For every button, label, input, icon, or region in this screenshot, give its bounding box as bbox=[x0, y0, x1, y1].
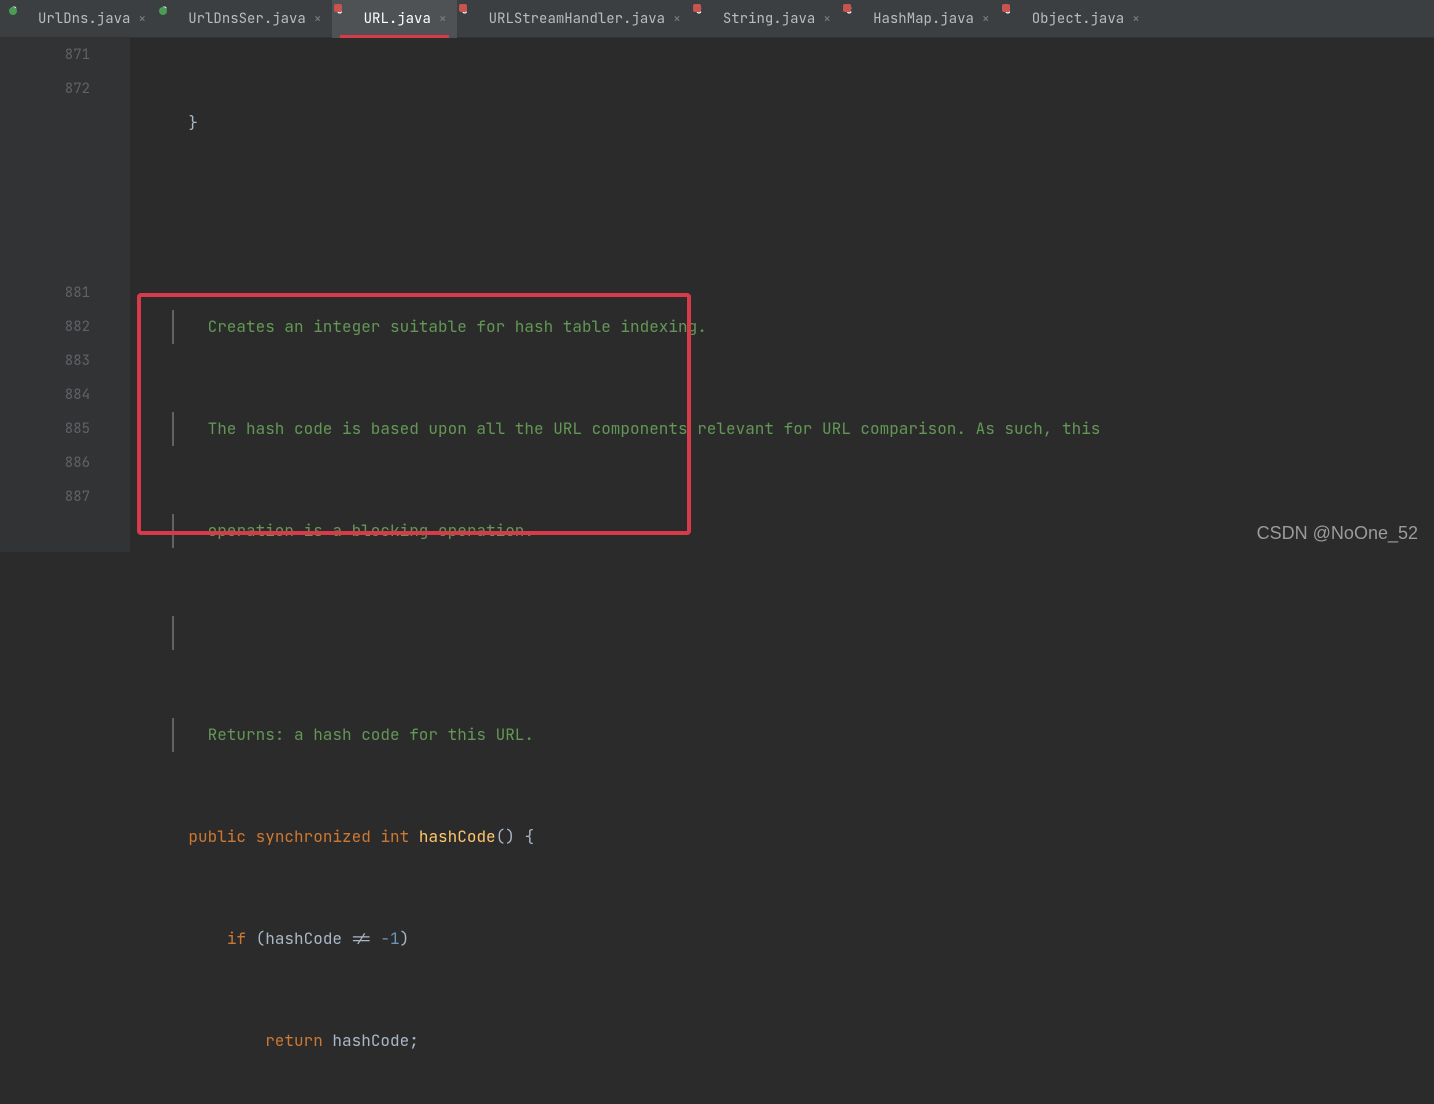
javadoc-line: The hash code is based upon all the URL … bbox=[150, 412, 1434, 446]
line-number bbox=[0, 208, 90, 242]
close-icon[interactable]: × bbox=[439, 10, 447, 27]
close-icon[interactable]: × bbox=[314, 10, 322, 27]
tab-label: UrlDns.java bbox=[38, 10, 130, 28]
close-icon[interactable]: × bbox=[673, 10, 681, 27]
line-number bbox=[0, 174, 90, 208]
line-number: 884 bbox=[0, 378, 90, 412]
java-class-icon bbox=[164, 10, 182, 28]
java-class-icon bbox=[1008, 10, 1026, 28]
code-line: public synchronized int hashCode() { bbox=[150, 820, 1434, 854]
tab-label: URL.java bbox=[364, 10, 431, 28]
tab-label: HashMap.java bbox=[873, 10, 974, 28]
close-icon[interactable]: × bbox=[1132, 10, 1140, 27]
line-number: 872 bbox=[0, 72, 90, 106]
code-line: } bbox=[150, 106, 1434, 140]
tab-label: UrlDnsSer.java bbox=[188, 10, 306, 28]
code-line: return hashCode; bbox=[150, 1024, 1434, 1058]
close-icon[interactable]: × bbox=[138, 10, 146, 27]
code-line bbox=[150, 208, 1434, 242]
line-number bbox=[0, 106, 90, 140]
line-number: 886 bbox=[0, 446, 90, 480]
line-number: 887 bbox=[0, 480, 90, 514]
javadoc-line bbox=[150, 616, 1434, 650]
editor-tabbar: UrlDns.java × UrlDnsSer.java × URL.java … bbox=[0, 0, 1434, 38]
java-class-icon bbox=[465, 10, 483, 28]
close-icon[interactable]: × bbox=[823, 10, 831, 27]
line-number: 871 bbox=[0, 38, 90, 72]
java-class-icon bbox=[699, 10, 717, 28]
javadoc-line: operation is a blocking operation. bbox=[150, 514, 1434, 548]
code-line: if (hashCode != -1) bbox=[150, 922, 1434, 956]
java-class-icon bbox=[14, 10, 32, 28]
line-number: 882 bbox=[0, 310, 90, 344]
tab-string[interactable]: String.java × bbox=[691, 0, 841, 38]
tab-label: URLStreamHandler.java bbox=[489, 10, 665, 28]
javadoc-line: Returns: a hash code for this URL. bbox=[150, 718, 1434, 752]
tab-url[interactable]: URL.java × bbox=[332, 0, 457, 38]
watermark-text: CSDN @NoOne_52 bbox=[1257, 523, 1418, 544]
line-number-gutter: 871 872 881 882 883 884 885 886 887 bbox=[0, 38, 130, 552]
tab-urldnsser[interactable]: UrlDnsSer.java × bbox=[156, 0, 331, 38]
line-number: 881 bbox=[0, 276, 90, 310]
tab-object[interactable]: Object.java × bbox=[1000, 0, 1150, 38]
javadoc-line: Creates an integer suitable for hash tab… bbox=[150, 310, 1434, 344]
java-class-icon bbox=[340, 10, 358, 28]
line-number: 883 bbox=[0, 344, 90, 378]
line-number: 885 bbox=[0, 412, 90, 446]
line-number bbox=[0, 140, 90, 174]
tab-hashmap[interactable]: HashMap.java × bbox=[841, 0, 1000, 38]
tab-urldns[interactable]: UrlDns.java × bbox=[6, 0, 156, 38]
tab-label: Object.java bbox=[1032, 10, 1124, 28]
tab-urlstreamhandler[interactable]: URLStreamHandler.java × bbox=[457, 0, 691, 38]
close-icon[interactable]: × bbox=[982, 10, 990, 27]
code-content[interactable]: } Creates an integer suitable for hash t… bbox=[130, 38, 1434, 552]
tab-label: String.java bbox=[723, 10, 815, 28]
code-editor[interactable]: 871 872 881 882 883 884 885 886 887 } Cr… bbox=[0, 38, 1434, 552]
java-class-icon bbox=[849, 10, 867, 28]
line-number bbox=[0, 242, 90, 276]
